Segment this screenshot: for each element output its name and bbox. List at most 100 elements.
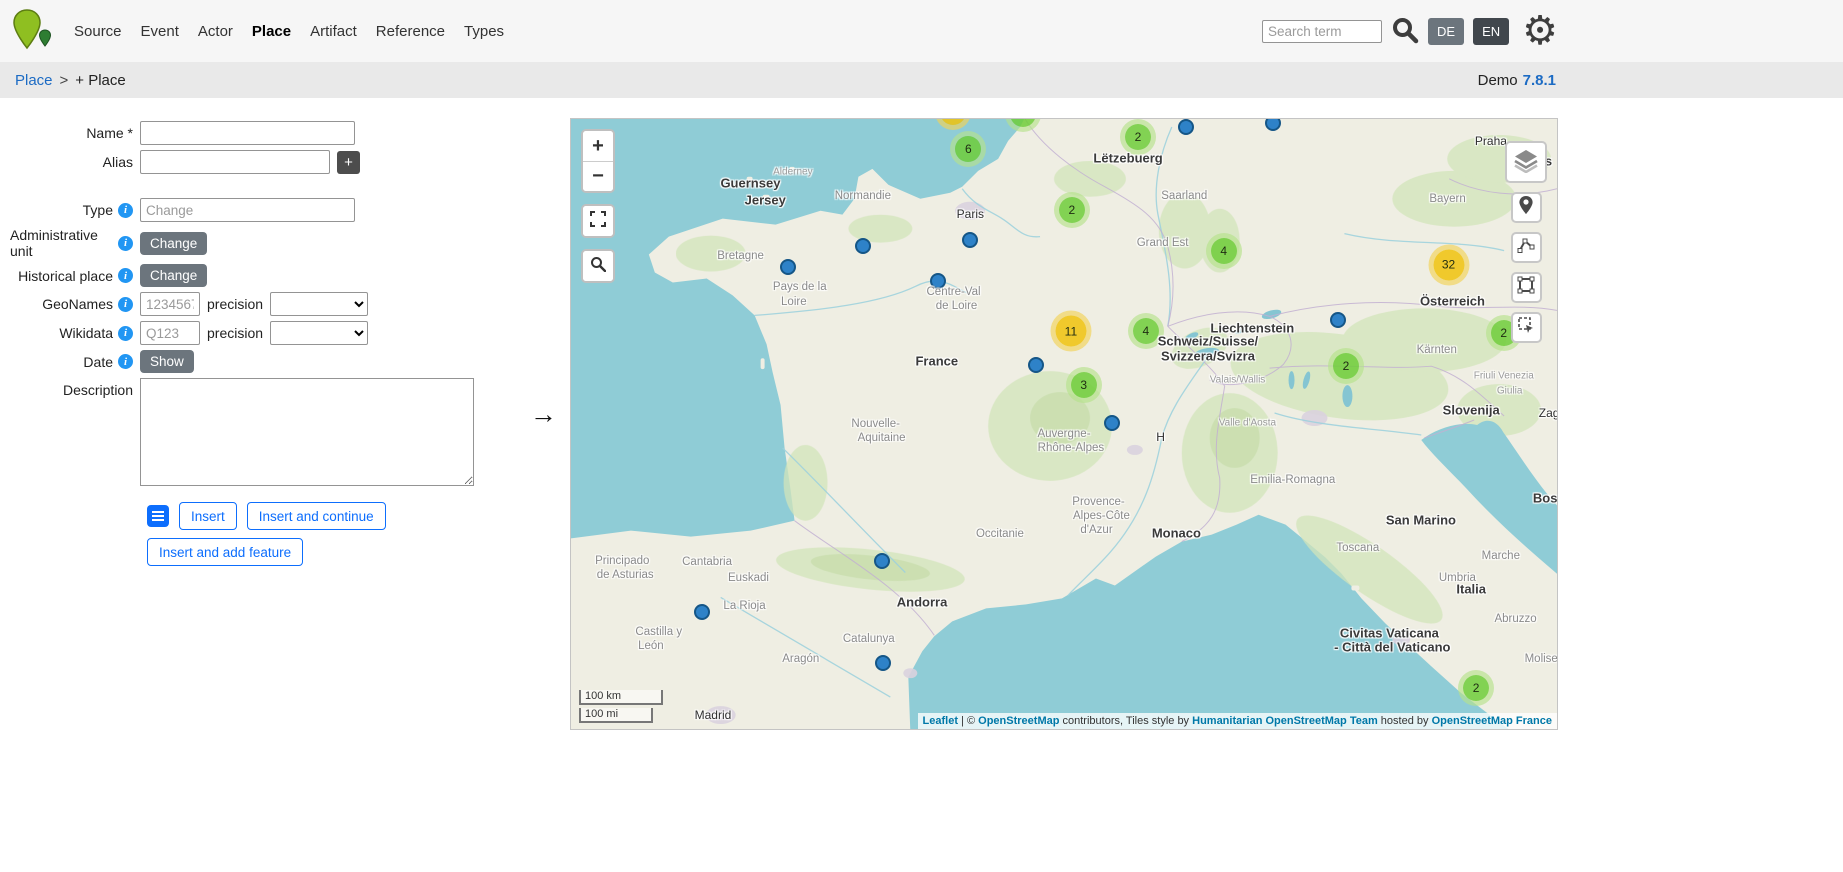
place-marker[interactable] [855,238,871,254]
description-label: Description [63,382,133,398]
attribution-link[interactable]: OpenStreetMap France [1432,715,1552,727]
geonames-label: GeoNames [42,296,113,312]
nav-item-place[interactable]: Place [252,23,291,40]
map-canvas[interactable]: 68224423223211GuernseyJerseyAlderneyNorm… [570,118,1558,730]
map-label: Schweiz/Suisse/ [1158,334,1258,349]
wikidata-input[interactable] [140,321,200,345]
info-icon[interactable]: i [118,203,133,218]
geonames-precision-label: precision [207,296,263,312]
date-show-button[interactable]: Show [140,350,194,373]
map-label: Madrid [695,708,732,722]
lang-en-button[interactable]: EN [1473,18,1509,45]
cluster-marker-green[interactable]: 2 [1463,675,1489,701]
cluster-marker-green[interactable]: 4 [1133,318,1159,344]
alias-input[interactable] [140,150,330,174]
zoom-out-button[interactable]: − [583,161,613,191]
collapse-form-arrow[interactable]: → [530,399,557,430]
edit-select-icon [1517,316,1535,339]
wikidata-precision-select[interactable] [270,321,368,345]
add-marker-button[interactable] [1511,192,1542,223]
nav-item-reference[interactable]: Reference [376,23,445,40]
cluster-marker-green[interactable]: 4 [1211,238,1237,264]
nav-item-actor[interactable]: Actor [198,23,233,40]
map-label: Provence- [1072,496,1124,508]
map-label: Valle d'Aosta [1219,417,1276,428]
info-icon[interactable]: i [118,354,133,369]
nav-item-types[interactable]: Types [464,23,504,40]
place-marker[interactable] [1265,118,1281,131]
nav-item-artifact[interactable]: Artifact [310,23,357,40]
place-marker[interactable] [1028,357,1044,373]
gear-icon[interactable]: ⚙ [1522,9,1558,53]
fullscreen-button[interactable] [583,206,613,236]
administrative-unit-change-button[interactable]: Change [140,232,207,255]
place-marker[interactable] [1178,119,1194,135]
cluster-marker-green[interactable]: 3 [1071,372,1097,398]
attribution-link[interactable]: Humanitarian OpenStreetMap Team [1192,715,1378,727]
app-logo-icon[interactable] [12,8,56,54]
layers-button[interactable] [1505,141,1547,183]
draw-rectangle-button[interactable] [1511,272,1542,303]
info-icon[interactable]: i [118,236,133,251]
place-marker[interactable] [962,232,978,248]
cluster-marker-green[interactable]: 8 [1010,118,1036,127]
place-marker[interactable] [694,604,710,620]
map-label: Nouvelle- [851,418,900,430]
nav-item-event[interactable]: Event [141,23,179,40]
description-textarea[interactable] [140,378,474,486]
map-label: Slovenija [1443,402,1500,417]
map-label: - Città del Vaticano [1334,640,1450,655]
map-search-button[interactable] [583,251,613,281]
map-right-controls [1505,141,1547,343]
attribution-text: hosted by [1378,715,1432,727]
place-marker[interactable] [874,553,890,569]
map-label: Loire [781,296,807,308]
cluster-marker-green[interactable]: 6 [955,136,981,162]
geonames-input[interactable] [140,292,200,316]
info-icon[interactable]: i [118,297,133,312]
lang-de-button[interactable]: DE [1428,18,1464,45]
info-icon[interactable]: i [118,268,133,283]
breadcrumb-place-link[interactable]: Place [15,72,53,89]
scale-km: 100 km [579,690,663,705]
cluster-marker-yellow[interactable]: 32 [1433,249,1464,280]
cluster-marker-yellow[interactable]: 11 [1055,316,1086,347]
cluster-marker-green[interactable]: 2 [1059,197,1085,223]
add-alias-button[interactable]: + [337,151,360,174]
edit-geometry-button[interactable] [1511,312,1542,343]
cluster-marker-green[interactable]: 2 [1125,124,1151,150]
search-input[interactable] [1262,20,1382,43]
geonames-precision-select[interactable] [270,292,368,316]
layers-icon [1513,147,1539,178]
version-number-link[interactable]: 7.8.1 [1523,72,1556,89]
map-label: Emilia-Romagna [1250,474,1335,486]
attribution-link[interactable]: OpenStreetMap [978,715,1059,727]
cluster-marker-green[interactable]: 2 [1333,353,1359,379]
map-label: Catalunya [843,633,895,645]
place-marker[interactable] [780,259,796,275]
map-label: de Asturias [597,569,654,581]
insert-and-continue-button[interactable]: Insert and continue [247,502,386,530]
place-marker[interactable] [875,655,891,671]
place-marker[interactable] [1330,312,1346,328]
search-button[interactable] [1391,16,1419,47]
type-input[interactable] [140,198,355,222]
rectangle-icon [1517,276,1535,299]
info-icon[interactable]: i [118,326,133,341]
insert-button[interactable]: Insert [179,502,237,530]
map-label: León [638,640,664,652]
manual-icon[interactable] [147,505,169,527]
map-label: Rhône-Alpes [1038,442,1104,454]
place-marker[interactable] [1104,415,1120,431]
cluster-marker-yellow[interactable] [940,118,966,125]
nav-item-source[interactable]: Source [74,23,122,40]
zoom-in-button[interactable]: + [583,131,613,161]
map-label: Bos [1533,490,1558,505]
name-input[interactable] [140,121,355,145]
historical-place-change-button[interactable]: Change [140,264,207,287]
draw-polyline-button[interactable] [1511,232,1542,263]
place-marker[interactable] [930,273,946,289]
insert-and-add-feature-button[interactable]: Insert and add feature [147,538,303,566]
attribution-link[interactable]: Leaflet [923,715,958,727]
version-info: Demo7.8.1 [1478,72,1556,89]
